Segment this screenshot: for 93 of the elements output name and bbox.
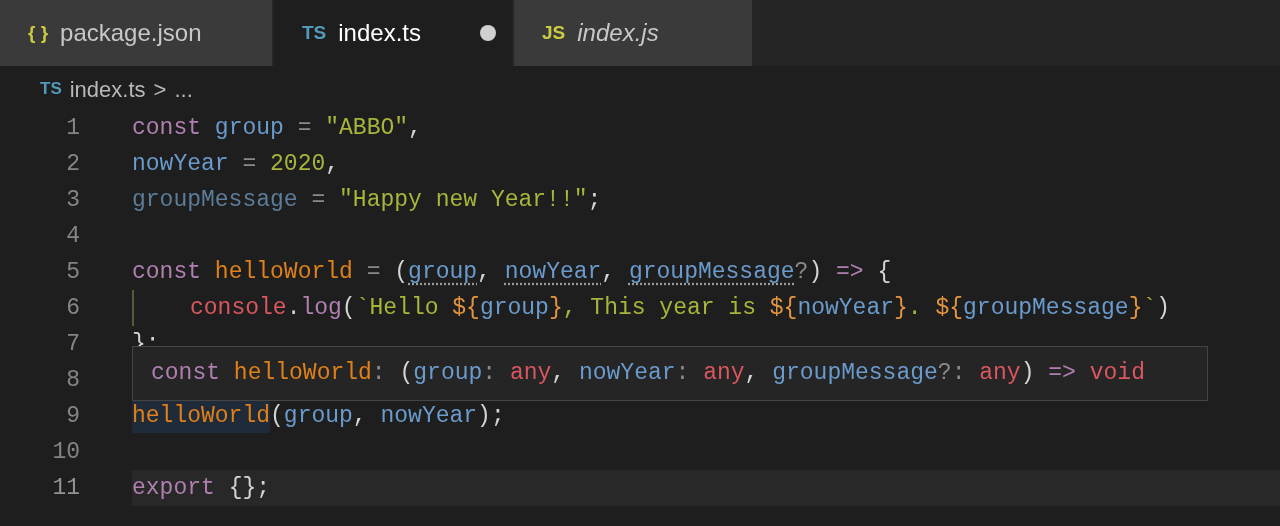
code-token: {: [876, 257, 892, 287]
breadcrumb-item[interactable]: index.ts: [69, 72, 146, 106]
code-token: "Happy new Year!!": [339, 185, 588, 215]
code-token: ${: [452, 293, 480, 323]
code-token: ,: [601, 257, 617, 287]
line-number: 10: [51, 437, 80, 467]
code-token: (: [270, 401, 284, 431]
code-token: ,: [352, 401, 368, 431]
line-number: 1: [65, 113, 80, 143]
code-token: (: [399, 359, 414, 389]
line-number: 7: [65, 329, 80, 359]
code-token: (: [394, 257, 409, 287]
code-token: console: [190, 293, 287, 323]
code-token: ?:: [937, 359, 967, 389]
code-token: .: [907, 293, 923, 323]
code-token: =>: [1048, 359, 1077, 389]
file-type-icon: TS: [302, 18, 327, 48]
code-token: ): [1156, 293, 1171, 323]
breadcrumb-item[interactable]: ...: [174, 72, 193, 106]
code-token: =: [365, 257, 382, 287]
code-token: export: [132, 473, 216, 503]
code-token: =: [310, 185, 327, 215]
line-number: 3: [65, 185, 80, 215]
code-token: :: [675, 359, 691, 389]
code-token: log: [300, 293, 342, 323]
code-token: const: [151, 359, 221, 389]
file-type-icon: JS: [542, 18, 566, 48]
code-token: }: [1128, 293, 1143, 323]
code-token: :: [371, 359, 387, 389]
code-token: }: [894, 293, 908, 323]
code-token: groupMessage: [772, 359, 938, 389]
line-number: 9: [65, 401, 80, 431]
code-token: nowYear: [578, 359, 676, 389]
code-token: groupMessage: [132, 185, 298, 215]
code-token: void: [1089, 359, 1145, 389]
line-number: 2: [65, 149, 80, 179]
code-token: =: [241, 149, 258, 179]
code-token: group: [413, 359, 483, 389]
code-token: , This year is: [562, 293, 757, 323]
code-token: {};: [228, 473, 271, 503]
code-token: const: [132, 113, 202, 143]
code-token: );: [477, 401, 505, 431]
code-token: helloWorld: [233, 359, 372, 389]
breadcrumb-separator: >: [153, 75, 167, 104]
code-token: ): [1020, 359, 1036, 389]
code-token: ,: [408, 113, 422, 143]
line-number: 8: [65, 365, 80, 395]
code-token: group: [214, 113, 284, 143]
code-token: ,: [744, 359, 760, 389]
line-number: 6: [65, 293, 80, 323]
code-token: ${: [935, 293, 964, 323]
code-token: }: [548, 293, 563, 323]
code-token: groupMessage: [628, 257, 795, 287]
code-token: nowYear: [504, 257, 602, 287]
code-token: ?: [794, 257, 809, 287]
code-token: `Hello: [355, 293, 440, 323]
code-token: nowYear: [380, 401, 478, 431]
code-token: any: [509, 359, 552, 389]
code-token: ,: [551, 359, 567, 389]
code-token: :: [482, 359, 498, 389]
code-token: const: [132, 257, 202, 287]
code-token: "ABBO": [325, 113, 409, 143]
code-token: ${: [769, 293, 798, 323]
code-token: any: [979, 359, 1021, 389]
file-type-icon: { }: [28, 18, 49, 48]
line-number: 4: [65, 221, 80, 251]
line-number: 11: [51, 473, 80, 503]
code-token: 2020: [270, 149, 326, 179]
code-token: group: [408, 257, 478, 287]
code-token: nowYear: [132, 149, 229, 179]
file-type-icon: TS: [40, 76, 62, 102]
editor-tab[interactable]: TS index.ts: [274, 0, 512, 66]
code-token: =: [296, 113, 313, 143]
code-token: ): [808, 257, 824, 287]
tab-label: index.ts: [338, 18, 421, 48]
code-token: groupMessage: [963, 293, 1129, 323]
code-token: ;: [587, 185, 602, 215]
code-token: (: [341, 293, 356, 323]
code-token: .: [286, 293, 301, 323]
code-token: any: [703, 359, 745, 389]
line-number: 5: [65, 257, 80, 287]
code-token: helloWorld: [214, 257, 353, 287]
code-token: group: [283, 401, 353, 431]
tab-label: index.js: [577, 18, 659, 48]
code-token: ,: [477, 257, 492, 287]
code-token: ,: [325, 149, 340, 179]
editor-tab[interactable]: JS index.js: [514, 0, 752, 66]
tab-label: package.json: [60, 18, 202, 48]
code-token: nowYear: [797, 293, 894, 323]
code-token: group: [479, 293, 549, 323]
code-token: =>: [836, 257, 864, 287]
editor-tab[interactable]: { } package.json: [0, 0, 272, 66]
code-token: `: [1142, 293, 1157, 323]
